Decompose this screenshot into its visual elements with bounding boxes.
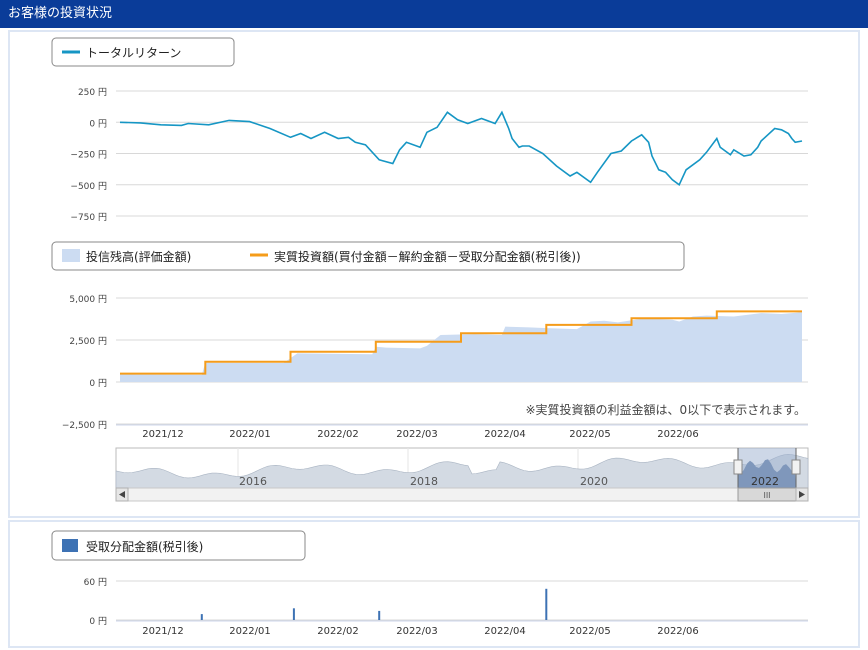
return-legend[interactable]: トータルリターン	[51, 37, 235, 67]
navigator-handle-right[interactable]	[791, 459, 801, 475]
balance-y-tick-label: 2,500 円	[69, 336, 107, 347]
balance-series-area	[120, 312, 802, 382]
distribution-x-tick-label: 2022/05	[569, 626, 611, 637]
return-y-axis: 250 円 0 円 −250 円 −500 円 −750 円	[70, 87, 107, 223]
navigator-year-label: 2022	[751, 475, 779, 488]
distribution-x-tick-label: 2022/02	[317, 626, 359, 637]
grip-icon: III	[763, 491, 770, 500]
balance-x-tick-label: 2022/02	[317, 429, 359, 440]
balance-y-tick-label: 5,000 円	[69, 294, 107, 305]
investment-legend-label: 実質投資額(買付金額－解約金額－受取分配金額(税引後))	[274, 249, 581, 264]
balance-x-tick-label: 2022/01	[229, 429, 271, 440]
distribution-bar	[378, 610, 381, 620]
distribution-x-tick-label: 2022/03	[396, 626, 438, 637]
balance-x-tick-label: 2022/05	[569, 429, 611, 440]
balance-y-tick-label: 0 円	[89, 378, 107, 389]
distribution-y-axis: 60 円 0 円	[84, 577, 107, 627]
return-legend-label: トータルリターン	[86, 46, 181, 60]
navigator-year-label: 2020	[580, 475, 608, 488]
return-y-tick-label: −250 円	[70, 150, 107, 161]
scrollbar-track[interactable]	[115, 487, 809, 502]
return-y-tick-label: −750 円	[70, 212, 107, 223]
balance-y-axis: 5,000 円 2,500 円 0 円 −2,500 円	[62, 294, 107, 431]
balance-y-tick-label: −2,500 円	[62, 420, 107, 431]
balance-legend-swatch	[62, 249, 80, 262]
navigator-year-label: 2018	[410, 475, 438, 488]
distribution-legend[interactable]: 受取分配金額(税引後)	[51, 530, 306, 561]
return-grid	[116, 90, 808, 217]
distribution-bar	[545, 588, 548, 620]
return-y-tick-label: 0 円	[89, 118, 107, 129]
distribution-grid	[116, 580, 808, 621]
charts-canvas: トータルリターン 250 円 0 円 −250 円 −500 円 −750 円 投信残高…	[51, 37, 809, 637]
balance-x-axis: 2021/12 2022/01 2022/02 2022/03 2022/04 2022/…	[142, 429, 699, 440]
distribution-bar	[200, 614, 203, 620]
distribution-y-tick-label: 60 円	[84, 577, 107, 588]
distribution-x-axis: 2021/12 2022/01 2022/02 2022/03 2022/04 2022/…	[116, 620, 808, 637]
range-navigator[interactable]: 2016 2018 2020 2022	[115, 447, 809, 489]
distribution-legend-swatch	[62, 539, 78, 552]
distribution-bar	[292, 608, 295, 620]
distribution-x-tick-label: 2021/12	[142, 626, 184, 637]
balance-x-tick-label: 2022/03	[396, 429, 438, 440]
navigator-scrollbar[interactable]: III	[115, 487, 809, 502]
return-y-tick-label: 250 円	[78, 87, 107, 98]
return-series-line	[119, 110, 803, 187]
balance-x-tick-label: 2022/04	[484, 429, 526, 440]
return-y-tick-label: −500 円	[70, 181, 107, 192]
chart-note: ※実質投資額の利益金額は、0以下で表示されます。	[526, 402, 807, 417]
balance-x-tick-label: 2021/12	[142, 429, 184, 440]
distribution-x-tick-label: 2022/01	[229, 626, 271, 637]
navigator-year-label: 2016	[239, 475, 267, 488]
balance-x-tick-label: 2022/06	[657, 429, 699, 440]
distribution-x-tick-label: 2022/06	[657, 626, 699, 637]
balance-legend[interactable]: 投信残高(評価金額) 実質投資額(買付金額－解約金額－受取分配金額(税引後))	[51, 241, 685, 271]
distribution-legend-label: 受取分配金額(税引後)	[86, 539, 203, 554]
distribution-x-tick-label: 2022/04	[484, 626, 526, 637]
navigator-handle-left[interactable]	[733, 459, 743, 475]
distribution-bars	[200, 588, 548, 620]
distribution-y-tick-label: 0 円	[89, 616, 107, 627]
balance-legend-label: 投信残高(評価金額)	[86, 249, 191, 264]
